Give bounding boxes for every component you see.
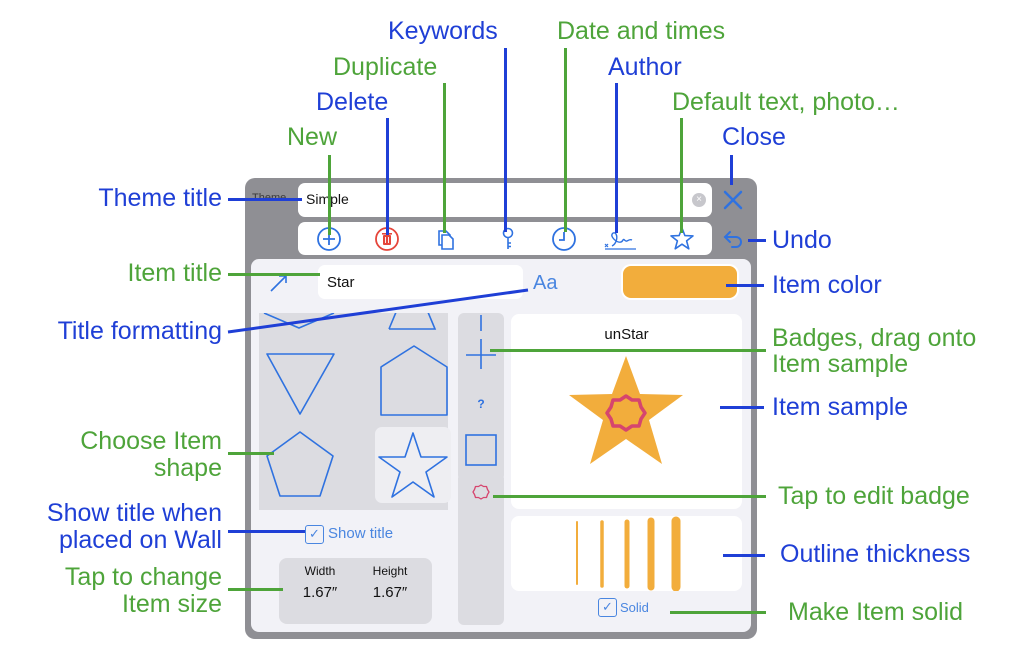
clear-text-icon[interactable]: × xyxy=(692,193,706,207)
keywords-button[interactable] xyxy=(493,224,523,254)
key-icon xyxy=(502,227,514,249)
label-duplicate: Duplicate xyxy=(333,53,438,81)
leader-title-formatting xyxy=(227,288,529,334)
leader-keywords xyxy=(504,48,507,232)
label-item-size: Tap to change Item size xyxy=(0,564,222,618)
leader-undo xyxy=(748,239,766,242)
item-color-button[interactable] xyxy=(623,266,737,298)
label-make-solid: Make Item solid xyxy=(788,598,964,626)
shape-house[interactable] xyxy=(376,343,448,419)
leader-author xyxy=(615,83,618,233)
badge-edit-icon[interactable] xyxy=(469,481,493,505)
label-author: Author xyxy=(608,53,682,81)
height-value: 1.67″ xyxy=(372,584,408,601)
badge-square[interactable] xyxy=(465,434,497,466)
badge-question[interactable]: ? xyxy=(458,397,504,411)
badges-palette: ? xyxy=(458,313,504,481)
leader-choose-shape xyxy=(228,452,274,455)
leader-item-size xyxy=(228,588,283,591)
signature-icon xyxy=(604,232,636,250)
leader-default-text xyxy=(680,118,683,233)
label-date-times: Date and times xyxy=(557,17,726,45)
leader-new xyxy=(328,155,331,235)
leader-duplicate xyxy=(443,83,446,233)
leader-item-sample xyxy=(720,406,764,409)
item-sample[interactable] xyxy=(511,314,742,509)
label-default-text: Default text, photo… xyxy=(672,88,900,116)
checkmark-icon: ✓ xyxy=(305,525,324,544)
label-new: New xyxy=(287,123,338,151)
leader-delete xyxy=(386,118,389,235)
leader-item-color xyxy=(726,284,764,287)
label-show-title-line1: Show title when xyxy=(46,499,222,527)
checkmark-icon: ✓ xyxy=(598,598,617,617)
label-badges-line1: Badges, drag onto xyxy=(772,324,977,352)
solid-checkbox[interactable]: ✓ Solid xyxy=(598,598,658,618)
solid-label: Solid xyxy=(620,600,649,615)
show-title-label: Show title xyxy=(328,525,394,542)
close-button[interactable] xyxy=(720,184,746,214)
label-item-size-line2: Item size xyxy=(121,590,222,618)
leader-close xyxy=(730,155,733,185)
leader-theme-title xyxy=(228,198,302,201)
label-choose-shape: Choose Item shape xyxy=(0,428,222,482)
label-badges: Badges, drag onto Item sample xyxy=(772,325,976,377)
width-value: 1.67″ xyxy=(302,584,338,601)
label-item-sample: Item sample xyxy=(772,393,909,421)
leader-tap-badge xyxy=(493,495,766,498)
label-delete: Delete xyxy=(316,88,389,116)
shape-star-selected[interactable] xyxy=(375,427,451,503)
label-title-formatting: Title formatting xyxy=(57,317,222,345)
item-size-button[interactable]: Width 1.67″ Height 1.67″ xyxy=(279,558,432,624)
height-label: Height xyxy=(372,564,408,578)
label-choose-shape-line2: shape xyxy=(153,454,222,482)
label-show-title: Show title when placed on Wall xyxy=(0,500,222,554)
label-close: Close xyxy=(722,123,786,151)
outline-thickness-picker xyxy=(511,516,742,591)
label-item-color: Item color xyxy=(772,271,882,299)
leader-badges xyxy=(490,349,766,352)
leader-item-title xyxy=(228,273,320,276)
label-show-title-line2: placed on Wall xyxy=(58,526,222,554)
leader-outline xyxy=(723,554,765,557)
shape-triangle-down[interactable] xyxy=(262,341,338,417)
label-choose-shape-line1: Choose Item xyxy=(80,427,222,455)
label-keywords: Keywords xyxy=(388,17,498,45)
label-tap-badge: Tap to edit badge xyxy=(778,482,970,510)
label-item-title: Item title xyxy=(127,259,222,287)
label-badges-line2: Item sample xyxy=(772,350,909,378)
title-format-button[interactable]: Aa xyxy=(533,272,557,295)
label-theme-title: Theme title xyxy=(98,184,222,212)
label-item-size-line1: Tap to change xyxy=(64,563,222,591)
author-button[interactable] xyxy=(602,224,638,254)
undo-icon xyxy=(723,231,742,248)
label-undo: Undo xyxy=(772,226,832,254)
undo-button[interactable] xyxy=(720,225,748,253)
label-outline: Outline thickness xyxy=(780,540,971,568)
shape-pentagon[interactable] xyxy=(262,426,338,502)
sample-star xyxy=(569,356,683,464)
leader-make-solid xyxy=(670,611,766,614)
leader-date-times xyxy=(564,48,567,232)
width-label: Width xyxy=(304,564,336,578)
close-icon xyxy=(723,190,743,210)
star-shape-icon xyxy=(378,432,448,498)
show-title-checkbox[interactable]: ✓ Show title xyxy=(305,525,409,545)
badge-plus[interactable] xyxy=(466,339,496,369)
leader-show-title xyxy=(228,530,305,533)
sample-title: unStar xyxy=(604,326,649,343)
